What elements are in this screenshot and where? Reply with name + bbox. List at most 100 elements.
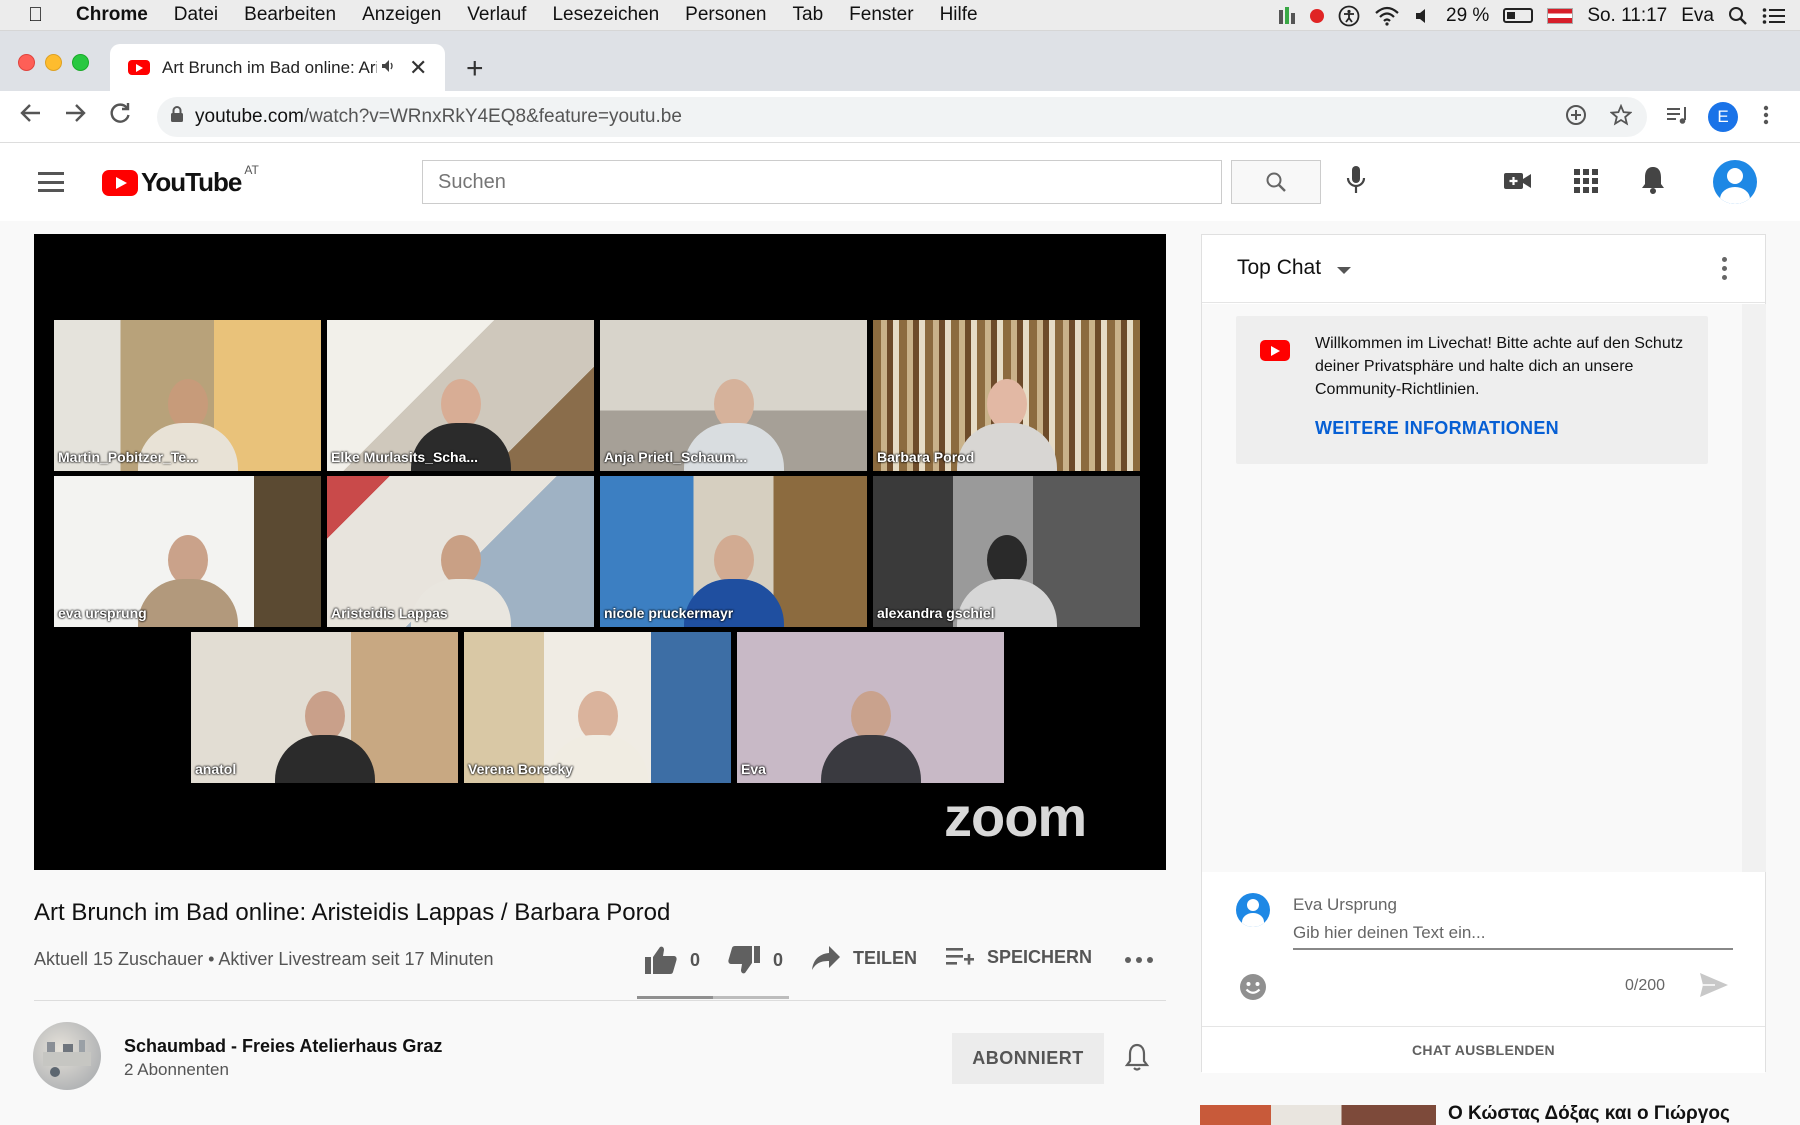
chat-user-name: Eva Ursprung: [1293, 895, 1397, 914]
chat-welcome-banner: Willkommen im Livechat! Bitte achte auf …: [1236, 316, 1708, 464]
share-button[interactable]: TEILEN: [811, 945, 917, 971]
youtube-logo[interactable]: YouTube AT: [102, 163, 259, 198]
youtube-region-code: AT: [244, 163, 259, 177]
chat-messages[interactable]: Willkommen im Livechat! Bitte achte auf …: [1202, 304, 1742, 872]
share-label: TEILEN: [853, 947, 918, 968]
channel-name[interactable]: Schaumbad - Freies Atelierhaus Graz: [124, 1036, 442, 1057]
flag-austria-icon[interactable]: [1547, 5, 1574, 27]
chat-message-input[interactable]: [1293, 918, 1733, 950]
chat-scrollbar[interactable]: [1742, 304, 1766, 872]
chat-mode-selector[interactable]: Top Chat: [1237, 256, 1321, 280]
tab-audio-icon[interactable]: [381, 59, 397, 77]
tab-close-icon[interactable]: ✕: [409, 55, 427, 81]
emoji-icon[interactable]: [1238, 972, 1268, 1007]
macos-menubar:  Chrome Datei Bearbeiten Anzeigen Verla…: [0, 0, 1800, 31]
menu-anzeigen[interactable]: Anzeigen: [349, 4, 454, 26]
menubar-user[interactable]: Eva: [1681, 5, 1714, 27]
participant-tile: nicole pruckermayr: [600, 476, 867, 627]
channel-subscriber-count: 2 Abonnenten: [124, 1060, 229, 1079]
chat-user-avatar: [1236, 893, 1270, 927]
thumbs-up-icon: [645, 946, 677, 974]
apple-menu-icon[interactable]: : [28, 4, 58, 27]
bookmark-star-icon[interactable]: [1609, 103, 1633, 132]
participant-tile: Verena Borecky: [464, 632, 731, 783]
menu-personen[interactable]: Personen: [672, 4, 779, 26]
more-actions-button[interactable]: [1124, 950, 1154, 970]
like-count: 0: [690, 949, 701, 970]
media-control-icon[interactable]: [1666, 104, 1690, 132]
forward-button[interactable]: [62, 100, 88, 133]
recommended-title[interactable]: Ο Κώστας Δόξας και ο Γιώργος: [1448, 1103, 1730, 1125]
youtube-icon: [1260, 340, 1290, 361]
subscription-bell-icon[interactable]: [1124, 1042, 1150, 1077]
screen:  Chrome Datei Bearbeiten Anzeigen Verla…: [0, 0, 1800, 1125]
send-icon[interactable]: [1698, 971, 1730, 1004]
address-bar[interactable]: youtube.com/watch?v=WRnxRkY4EQ8&feature=…: [157, 97, 1647, 137]
search-button[interactable]: [1231, 160, 1321, 204]
wifi-icon[interactable]: [1374, 5, 1400, 27]
more-info-link[interactable]: WEITERE INFORMATIONEN: [1315, 418, 1559, 439]
lock-icon[interactable]: [170, 106, 184, 128]
notifications-bell-icon[interactable]: [1637, 164, 1669, 196]
window-zoom-button[interactable]: [72, 54, 89, 71]
menubar-clock[interactable]: So. 11:17: [1587, 5, 1667, 27]
url-text: youtube.com/watch?v=WRnxRkY4EQ8&feature=…: [195, 106, 682, 128]
reload-button[interactable]: [107, 100, 133, 133]
window-close-button[interactable]: [18, 54, 35, 71]
participant-tile: Anja Prietl_Schaum...: [600, 320, 867, 471]
battery-icon[interactable]: [1503, 5, 1534, 27]
subscribed-button[interactable]: ABONNIERT: [952, 1033, 1104, 1084]
back-button[interactable]: [18, 100, 44, 133]
bar-chart-icon[interactable]: [1278, 5, 1296, 27]
thumbs-down-icon: [728, 946, 760, 974]
menu-hilfe[interactable]: Hilfe: [927, 4, 991, 26]
participant-tile: Elke Murlasits_Scha...: [327, 320, 594, 471]
chat-welcome-text: Willkommen im Livechat! Bitte achte auf …: [1315, 335, 1684, 398]
hide-chat-button[interactable]: CHAT AUSBLENDEN: [1412, 1042, 1555, 1058]
menu-fenster[interactable]: Fenster: [836, 4, 926, 26]
url-path: /watch?v=WRnxRkY4EQ8&feature=youtu.be: [303, 106, 682, 127]
account-avatar[interactable]: [1713, 160, 1757, 204]
create-video-icon[interactable]: [1502, 165, 1534, 197]
dislike-button[interactable]: 0: [727, 945, 783, 975]
search-input[interactable]: [422, 160, 1230, 204]
menu-lesezeichen[interactable]: Lesezeichen: [539, 4, 672, 26]
install-app-icon[interactable]: [1565, 104, 1587, 132]
chat-more-icon[interactable]: [1722, 257, 1727, 280]
participant-tile: alexandra gschiel: [873, 476, 1140, 627]
save-button[interactable]: SPEICHERN: [945, 945, 1092, 969]
recommended-video[interactable]: Ο Κώστας Δόξας και ο Γιώργος: [1200, 1103, 1770, 1125]
window-minimize-button[interactable]: [45, 54, 62, 71]
apps-grid-icon[interactable]: [1570, 165, 1602, 197]
menu-tab[interactable]: Tab: [780, 4, 837, 26]
notification-center-icon[interactable]: [1762, 5, 1786, 27]
chrome-profile-avatar[interactable]: E: [1708, 102, 1738, 132]
like-button[interactable]: 0: [644, 945, 700, 975]
participant-name: anatol: [195, 761, 237, 777]
chat-header: Top Chat: [1202, 235, 1765, 303]
record-icon[interactable]: [1310, 5, 1324, 27]
share-icon: [812, 946, 840, 970]
browser-tab-active[interactable]: Art Brunch im Bad online: Aristeidis Lap…: [110, 44, 445, 91]
channel-avatar[interactable]: [33, 1022, 101, 1090]
chrome-menu-icon[interactable]: [1762, 104, 1770, 132]
guide-menu-icon[interactable]: [38, 172, 64, 192]
video-player[interactable]: Martin_Pobitzer_Te... Elke Murlasits_Sch…: [34, 234, 1166, 870]
menu-datei[interactable]: Datei: [161, 4, 231, 26]
browser-toolbar: youtube.com/watch?v=WRnxRkY4EQ8&feature=…: [0, 91, 1800, 143]
caret-down-icon[interactable]: [1337, 267, 1351, 274]
new-tab-button[interactable]: +: [466, 52, 484, 86]
menu-bearbeiten[interactable]: Bearbeiten: [231, 4, 349, 26]
menu-app-chrome[interactable]: Chrome: [58, 4, 161, 26]
chat-input-area: Eva Ursprung 0/200 CHAT AUSBLENDEN: [1202, 873, 1765, 1073]
volume-icon[interactable]: [1414, 5, 1432, 27]
accessibility-icon[interactable]: [1338, 5, 1360, 27]
voice-search-icon[interactable]: [1340, 164, 1372, 196]
participant-name: Barbara Porod: [877, 449, 975, 465]
participant-name: Anja Prietl_Schaum...: [604, 449, 748, 465]
menu-verlauf[interactable]: Verlauf: [454, 4, 539, 26]
spotlight-search-icon[interactable]: [1728, 5, 1748, 27]
recommended-thumbnail[interactable]: [1200, 1105, 1436, 1125]
participant-name: Martin_Pobitzer_Te...: [58, 449, 198, 465]
like-ratio-bar: [637, 996, 789, 999]
